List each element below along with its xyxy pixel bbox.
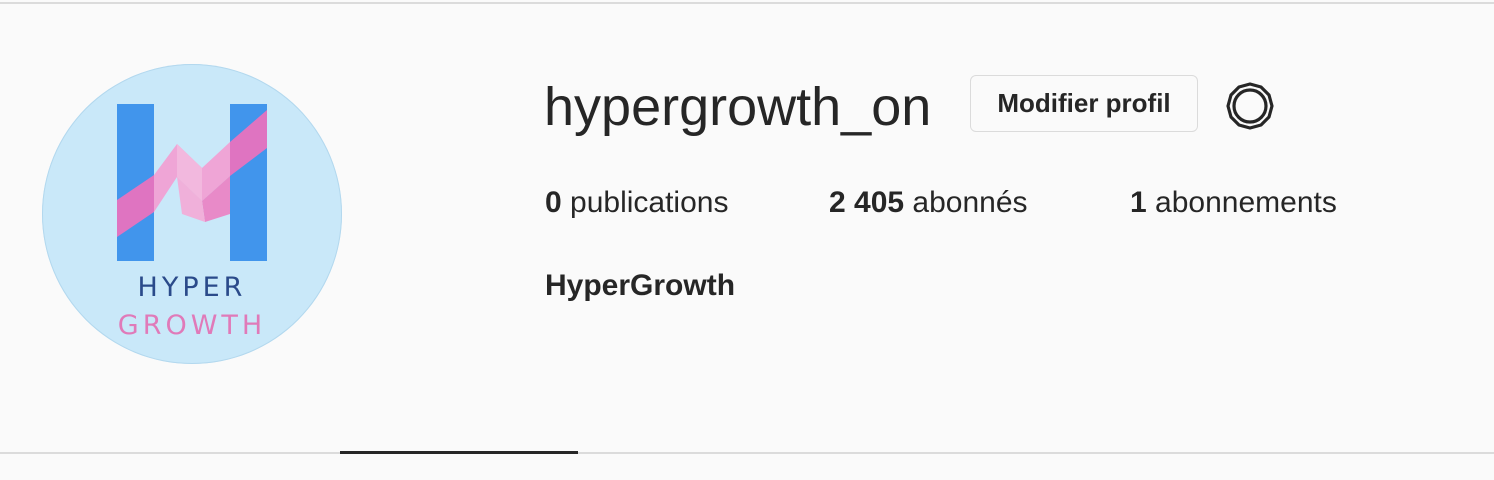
edit-profile-button[interactable]: Modifier profil bbox=[970, 75, 1198, 132]
stat-publications-label: publications bbox=[570, 186, 729, 219]
stat-following-label: abonnements bbox=[1155, 186, 1337, 219]
tab-active-indicator[interactable] bbox=[340, 451, 578, 454]
top-border bbox=[0, 2, 1494, 4]
profile-full-name: HyperGrowth bbox=[545, 269, 736, 302]
stat-publications: 0 publications bbox=[545, 183, 728, 223]
stat-followers-label: abonnés bbox=[912, 186, 1028, 219]
stat-following[interactable]: 1 abonnements bbox=[1130, 183, 1337, 223]
stat-followers[interactable]: 2 405 abonnés bbox=[829, 183, 1028, 223]
tabs-divider bbox=[0, 452, 1494, 454]
gear-icon[interactable] bbox=[1224, 80, 1276, 132]
avatar-text-growth: GROWTH bbox=[117, 310, 267, 341]
profile-username: hypergrowth_on bbox=[544, 77, 932, 137]
avatar-text-hyper: HYPER bbox=[137, 272, 247, 303]
stat-publications-count: 0 bbox=[545, 186, 562, 219]
stat-following-count: 1 bbox=[1130, 186, 1147, 219]
profile-avatar[interactable]: HYPER GROWTH bbox=[42, 64, 342, 364]
stat-followers-count: 2 405 bbox=[829, 186, 905, 219]
